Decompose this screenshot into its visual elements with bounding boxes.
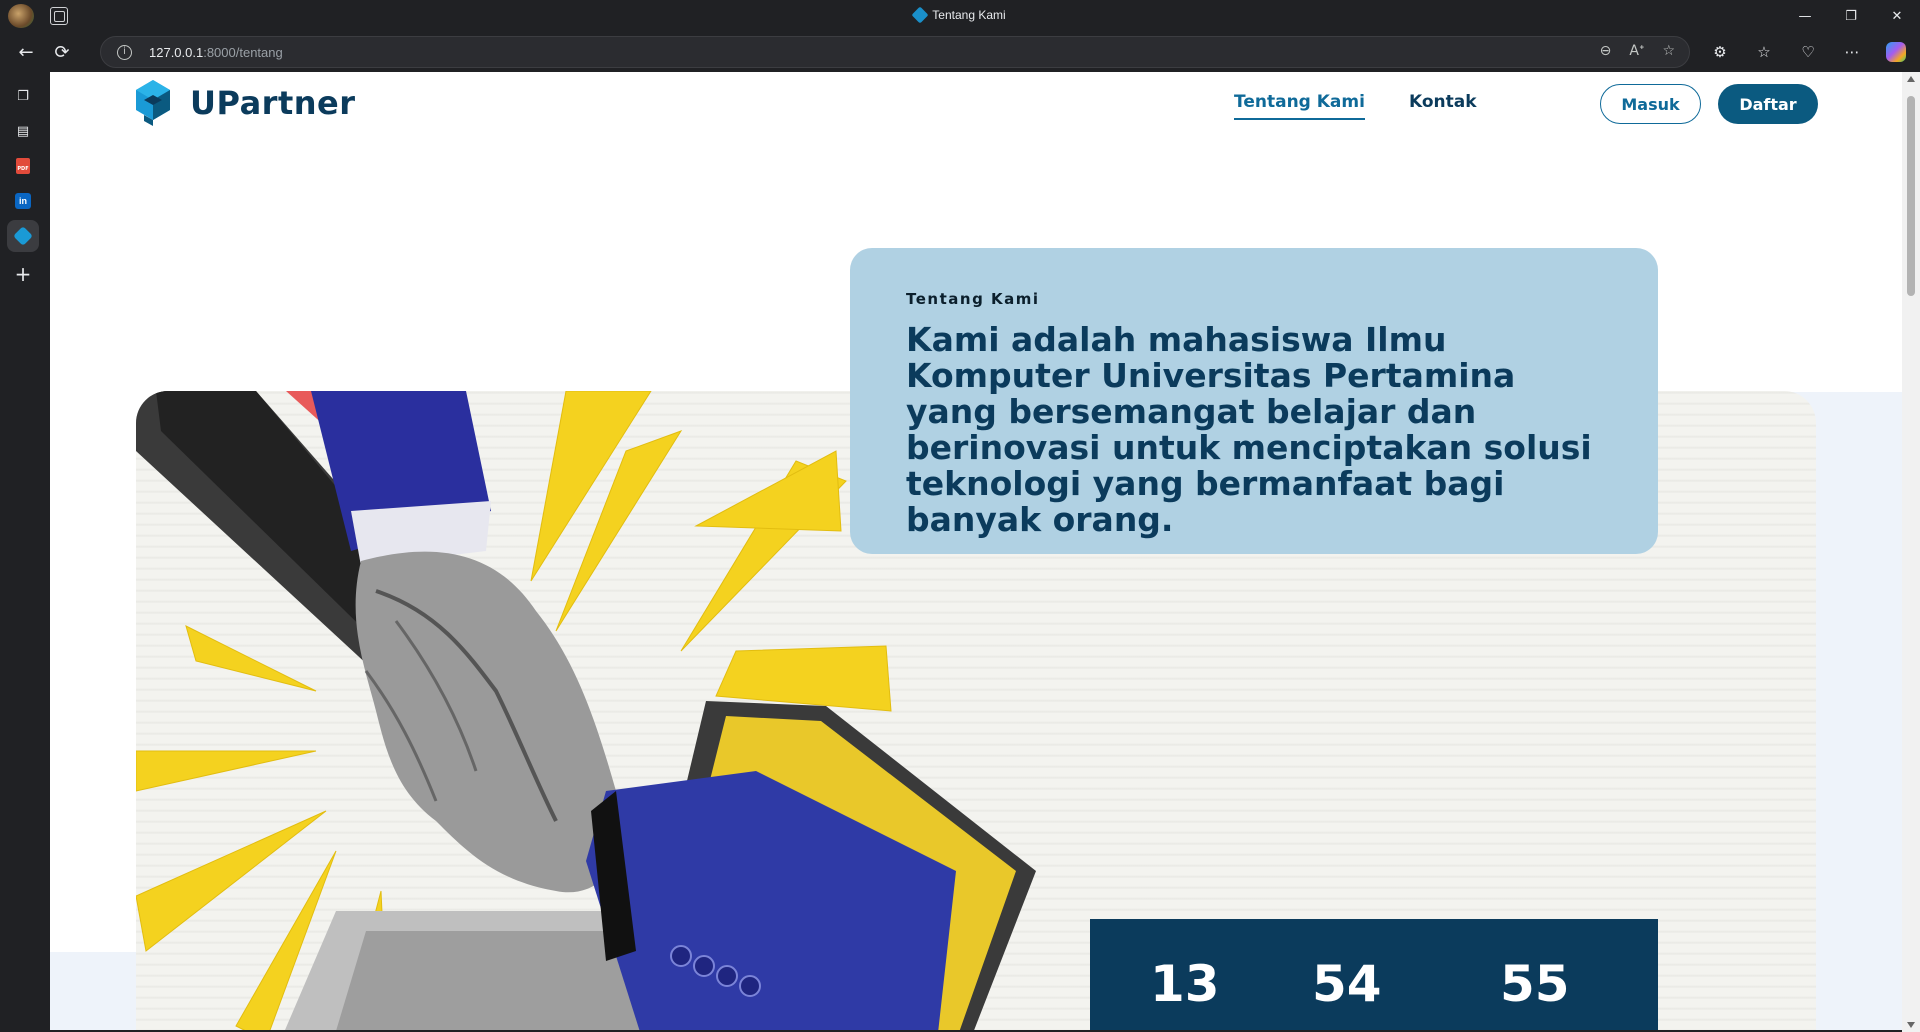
add-app-icon[interactable]: +: [11, 262, 35, 286]
close-window-button[interactable]: ✕: [1874, 0, 1920, 32]
scroll-up-icon[interactable]: [1907, 76, 1915, 82]
more-menu-icon[interactable]: ⋯: [1836, 36, 1868, 68]
stats-panel: 13 54 55: [1090, 919, 1658, 1030]
linkedin-app-icon[interactable]: in: [11, 189, 35, 213]
site-info-icon[interactable]: i: [117, 45, 132, 60]
site-header: UPartner Tentang Kami Kontak Masuk Dafta…: [50, 72, 1902, 162]
back-button[interactable]: ←: [10, 36, 42, 68]
tab-actions-icon[interactable]: ❐: [11, 84, 35, 108]
browser-titlebar: Tentang Kami — ❐ ✕: [0, 0, 1920, 32]
read-aloud-icon[interactable]: Aᐩ: [1629, 43, 1644, 59]
stat-value: 55: [1500, 955, 1570, 1013]
register-button[interactable]: Daftar: [1718, 84, 1818, 124]
about-card: Tentang Kami Kami adalah mahasiswa Ilmu …: [850, 248, 1658, 554]
address-bar[interactable]: i 127.0.0.1:8000/tentang ⊖ Aᐩ ☆: [100, 36, 1690, 68]
browser-sidebar: ❐ ▤ PDF in +: [0, 72, 50, 1032]
upartner-logo-icon: [136, 80, 170, 126]
minimize-button[interactable]: —: [1782, 0, 1828, 32]
main-nav: Tentang Kami Kontak: [1234, 92, 1477, 120]
login-button[interactable]: Masuk: [1600, 84, 1701, 124]
about-label: Tentang Kami: [906, 290, 1040, 308]
scroll-down-icon[interactable]: [1907, 1022, 1915, 1028]
url-path: :8000/tentang: [203, 45, 283, 60]
tab-title-text: Tentang Kami: [932, 8, 1006, 22]
browser-toolbar: ← ⟳ i 127.0.0.1:8000/tentang ⊖ Aᐩ ☆ ⚙ ☆ …: [0, 32, 1920, 72]
collections-icon[interactable]: ▤: [11, 119, 35, 143]
url-host: 127.0.0.1: [149, 45, 204, 60]
restore-button[interactable]: ❐: [1828, 0, 1874, 32]
refresh-button[interactable]: ⟳: [46, 36, 78, 68]
about-description: Kami adalah mahasiswa Ilmu Komputer Univ…: [906, 320, 1592, 539]
tab-favicon-icon: [911, 6, 929, 24]
upartner-app-icon[interactable]: [7, 220, 39, 252]
stat-value: 13: [1150, 955, 1220, 1013]
page-viewport: UPartner Tentang Kami Kontak Masuk Dafta…: [50, 72, 1902, 1030]
page-scrollbar[interactable]: [1902, 72, 1920, 1032]
favorite-star-icon[interactable]: ☆: [1662, 43, 1675, 59]
tab-title[interactable]: Tentang Kami: [0, 6, 1920, 24]
nav-kontak[interactable]: Kontak: [1409, 92, 1477, 120]
zoom-out-icon[interactable]: ⊖: [1600, 43, 1612, 59]
copilot-icon[interactable]: [1886, 42, 1906, 62]
scroll-thumb[interactable]: [1907, 96, 1915, 296]
url-text[interactable]: 127.0.0.1:8000/tentang: [149, 45, 283, 60]
pdf-app-icon[interactable]: PDF: [11, 154, 35, 178]
favorites-icon[interactable]: ☆: [1748, 36, 1780, 68]
extensions-icon[interactable]: ⚙: [1704, 36, 1736, 68]
brand-name: UPartner: [190, 84, 356, 122]
nav-tentang-kami[interactable]: Tentang Kami: [1234, 92, 1365, 120]
stat-value: 54: [1312, 955, 1382, 1013]
site-logo[interactable]: UPartner: [134, 78, 356, 128]
browser-essentials-icon[interactable]: ♡: [1792, 36, 1824, 68]
